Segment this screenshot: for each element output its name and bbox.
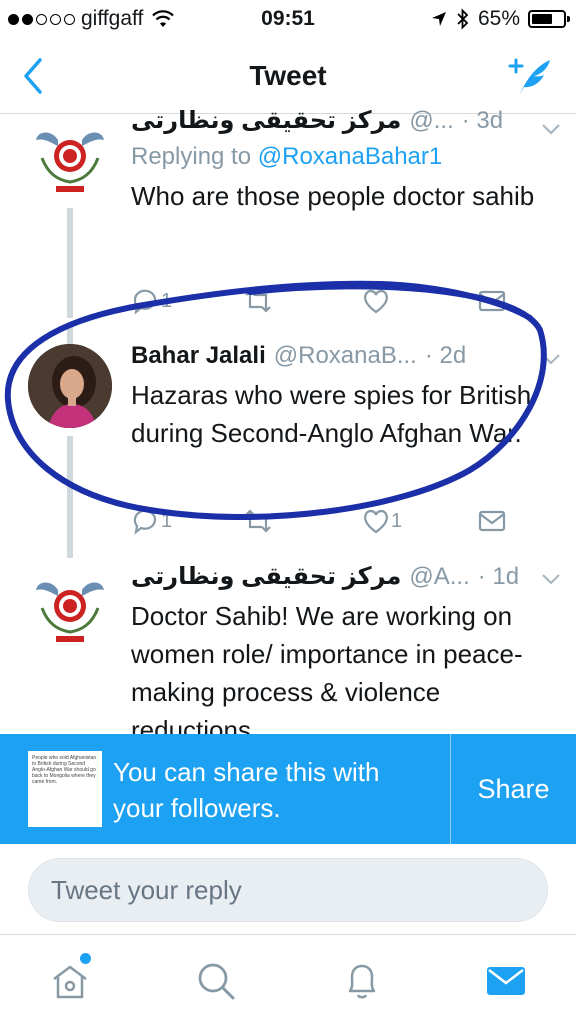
share-button[interactable]: Share — [451, 734, 576, 844]
notifications-icon — [348, 964, 376, 999]
status-bar: giffgaff 09:51 65% — [0, 0, 576, 40]
direct-message-button[interactable] — [477, 286, 507, 316]
thread-line — [67, 208, 73, 318]
replying-to-label: Replying to — [131, 143, 258, 170]
like-count: 1 — [391, 509, 403, 532]
envelope-icon — [478, 510, 506, 532]
like-button[interactable] — [361, 286, 391, 316]
thread-line — [67, 326, 73, 344]
reply-bar: Tweet your reply — [0, 844, 576, 934]
avatar[interactable] — [28, 566, 112, 650]
heart-icon — [364, 509, 388, 534]
tab-notifications[interactable] — [340, 959, 384, 1003]
retweet-icon — [245, 509, 271, 533]
author-handle[interactable]: @... — [409, 107, 453, 135]
organization-logo-icon — [36, 582, 104, 642]
location-arrow-icon — [431, 12, 446, 26]
tab-home[interactable] — [48, 959, 92, 1003]
share-message: You can share this with your followers. — [113, 757, 380, 823]
avatar[interactable] — [28, 344, 112, 428]
reply-count: 1 — [161, 289, 173, 312]
like-button[interactable]: 1 — [361, 506, 402, 536]
reply-input[interactable]: Tweet your reply — [28, 858, 548, 922]
heart-icon — [364, 289, 388, 314]
search-icon — [198, 963, 235, 1000]
retweet-icon — [245, 289, 271, 313]
tab-search[interactable] — [194, 959, 238, 1003]
chevron-down-icon[interactable] — [540, 572, 562, 586]
thread-line — [67, 436, 73, 558]
tweet-header: مرکز تحقیقی ونظارتی @A... · 1d — [131, 562, 562, 591]
tweet-text: Hazaras who were spies for British durin… — [131, 380, 532, 448]
tweet-2[interactable]: Bahar Jalali @RoxanaB... · 2d Hazaras wh… — [0, 326, 576, 558]
tweet-time: · 3d — [461, 107, 504, 134]
tweet-header: مرکز تحقیقی ونظارتی @... · 3d — [131, 106, 562, 135]
envelope-icon — [478, 290, 506, 312]
retweet-button[interactable] — [243, 506, 273, 536]
author-name[interactable]: مرکز تحقیقی ونظارتی — [131, 562, 401, 591]
reply-button[interactable]: 1 — [131, 506, 172, 536]
chevron-down-icon[interactable] — [540, 352, 562, 366]
messages-icon — [487, 967, 525, 995]
tweet-actions: 1 — [131, 286, 511, 316]
tweet-header: Bahar Jalali @RoxanaB... · 2d — [131, 342, 562, 370]
tweet-content: مرکز تحقیقی ونظارتی @A... · 1d Doctor Sa… — [131, 562, 562, 734]
reply-icon — [133, 509, 157, 535]
battery-percent: 65% — [477, 7, 520, 30]
navigation-bar: Tweet — [0, 40, 576, 114]
reply-button[interactable]: 1 — [131, 286, 172, 316]
status-right-group: 65% — [430, 7, 570, 31]
tweet-content: Bahar Jalali @RoxanaB... · 2d Hazaras wh… — [131, 342, 562, 452]
tab-messages[interactable] — [484, 959, 528, 1003]
page-title: Tweet — [249, 60, 327, 91]
author-handle[interactable]: @RoxanaB... — [274, 342, 417, 370]
battery-level — [532, 14, 552, 24]
profile-photo-icon — [28, 344, 112, 428]
bluetooth-icon — [457, 8, 469, 30]
retweet-button[interactable] — [243, 286, 273, 316]
author-handle[interactable]: @A... — [409, 563, 469, 591]
chevron-down-icon[interactable] — [540, 122, 562, 136]
compose-tweet-button[interactable] — [506, 54, 554, 98]
reply-icon — [133, 289, 157, 315]
tweet-thumbnail: People who sold Afghanistan to British d… — [28, 751, 102, 827]
tab-bar — [0, 934, 576, 1024]
replying-to-handle[interactable]: @RoxanaBahar1 — [258, 143, 442, 170]
tweet-actions: 1 1 — [131, 506, 511, 536]
tweet-text: Doctor Sahib! We are working on women ro… — [131, 601, 523, 734]
reply-count: 1 — [161, 509, 173, 532]
tweet-1[interactable]: مرکز تحقیقی ونظارتی @... · 3d Replying t… — [0, 107, 576, 318]
replying-to: Replying to @RoxanaBahar1 — [131, 143, 562, 171]
direct-message-button[interactable] — [477, 506, 507, 536]
tweet-time: · 1d — [477, 563, 520, 590]
avatar[interactable] — [28, 116, 112, 200]
author-name[interactable]: Bahar Jalali — [131, 342, 266, 370]
tweet-text: Who are those people doctor sahib — [131, 181, 535, 211]
share-banner: People who sold Afghanistan to British d… — [0, 734, 576, 844]
tweet-time: · 2d — [424, 342, 467, 369]
notification-dot — [80, 953, 91, 964]
tweet-content: مرکز تحقیقی ونظارتی @... · 3d Replying t… — [131, 107, 562, 215]
organization-logo-icon — [36, 132, 104, 192]
tweet-3[interactable]: مرکز تحقیقی ونظارتی @A... · 1d Doctor Sa… — [0, 558, 576, 734]
battery-icon — [528, 10, 570, 28]
thumbnail-text: People who sold Afghanistan to British d… — [32, 755, 97, 785]
author-name[interactable]: مرکز تحقیقی ونظارتی — [131, 106, 401, 135]
home-icon — [53, 965, 87, 999]
